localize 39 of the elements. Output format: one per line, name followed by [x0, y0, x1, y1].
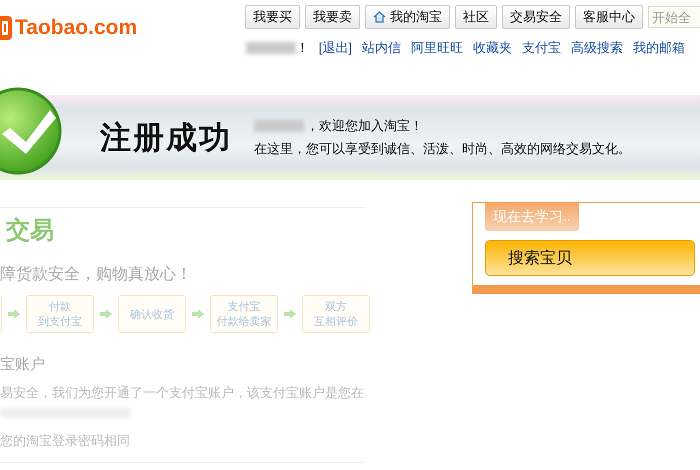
password-note: 您的淘宝登录密码相同 [0, 432, 130, 450]
tagline-text: 在这里，您可以享受到诚信、活泼、时尚、高效的网络交易文化。 [254, 140, 631, 158]
section-title: 交易 [5, 216, 54, 246]
arrow-icon [192, 309, 204, 319]
step-text: 双方 [325, 300, 347, 314]
nav-link[interactable]: 我的邮箱 [633, 39, 685, 57]
exclamation-text: ！ [296, 39, 309, 57]
step-text: 互相评价 [314, 315, 358, 329]
nav-button[interactable]: 我要买 [245, 5, 300, 29]
nav-link[interactable]: 高级搜索 [571, 39, 623, 57]
step-text: 到支付宝 [38, 314, 82, 329]
account-text: 易安全，我们为您开通了一个支付宝账户，该支付宝账户是您在 [0, 384, 364, 402]
arrow-icon [100, 309, 112, 319]
nav-link[interactable]: 收藏夹 [473, 39, 512, 57]
nav-button[interactable]: 社区 [455, 5, 497, 29]
nav-button[interactable]: 我的淘宝 [365, 5, 450, 29]
step-text: 付款 [49, 300, 71, 314]
subtitle-text: 障货款安全，购物真放心！ [0, 264, 192, 285]
nav-link[interactable]: 支付宝 [522, 39, 561, 57]
logo-icon [0, 16, 12, 40]
banner-title: 注册成功 [100, 118, 232, 156]
step-text: 付款给卖家 [216, 314, 272, 329]
blurred-username [254, 120, 304, 132]
home-icon [373, 11, 386, 23]
step-text: 支付宝 [228, 300, 260, 314]
nav-button[interactable]: 我要卖 [305, 5, 360, 29]
search-field[interactable]: 开始全 [648, 6, 700, 28]
nav-link[interactable]: [退出] [318, 39, 352, 57]
welcome-text: ，欢迎您加入淘宝！ [306, 117, 423, 135]
search-items-button[interactable]: 搜索宝贝 [485, 240, 695, 276]
nav-link[interactable]: 阿里旺旺 [411, 39, 463, 57]
nav-button[interactable]: 交易安全 [502, 5, 570, 29]
nav-link[interactable]: 站内信 [362, 39, 401, 57]
step-text: 确认收货 [130, 308, 174, 322]
account-heading: 宝账户 [0, 355, 45, 374]
arrow-icon [8, 309, 20, 319]
blurred-username [246, 42, 296, 54]
arrow-icon [284, 309, 296, 319]
nav-button[interactable]: 客服中心 [575, 5, 643, 29]
